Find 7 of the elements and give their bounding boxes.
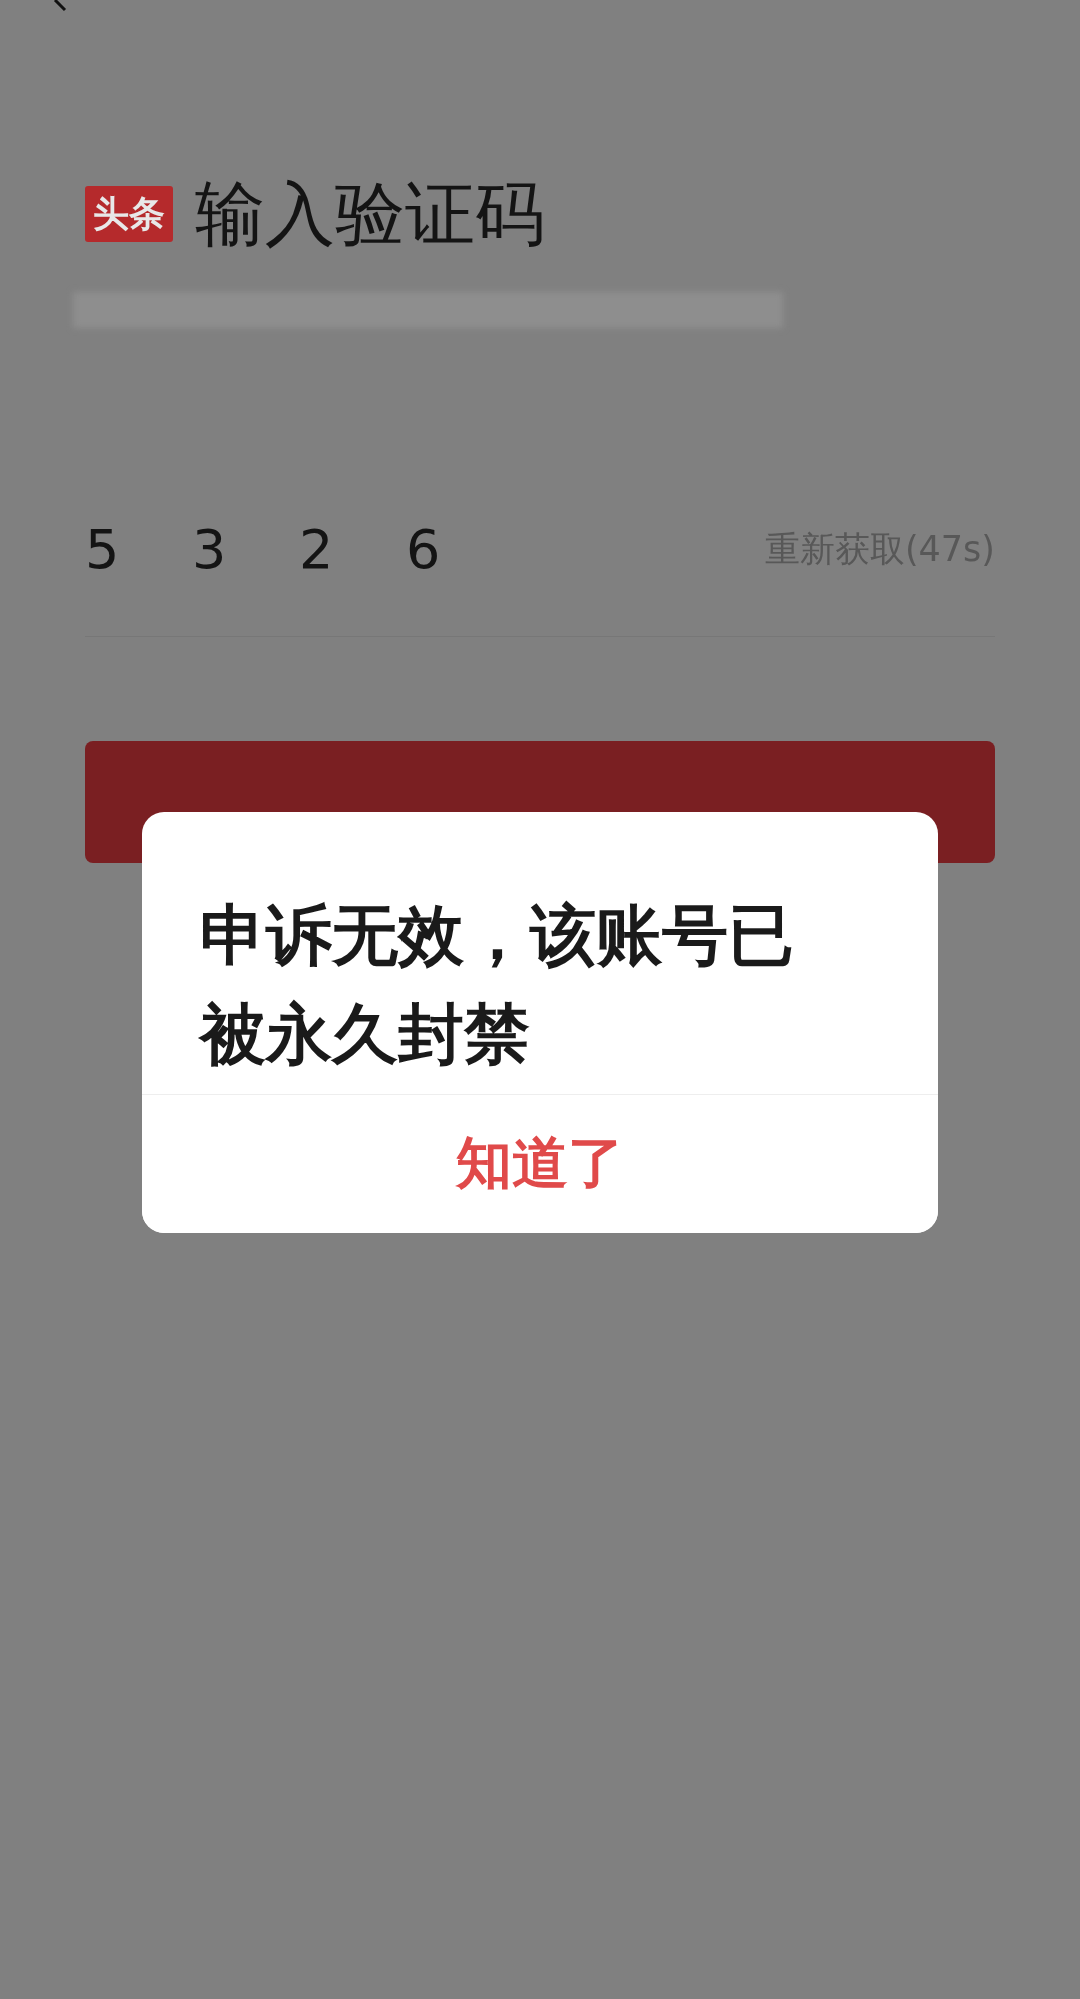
code-digit: 6 <box>406 518 442 581</box>
code-digit: 5 <box>85 518 121 581</box>
code-digit: 2 <box>299 518 335 581</box>
page-title: 输入验证码 <box>195 172 545 256</box>
app-logo: 头条 <box>85 186 173 242</box>
dialog-message: 申诉无效，该账号已被永久封禁 <box>197 896 795 1075</box>
code-digit: 3 <box>192 518 228 581</box>
